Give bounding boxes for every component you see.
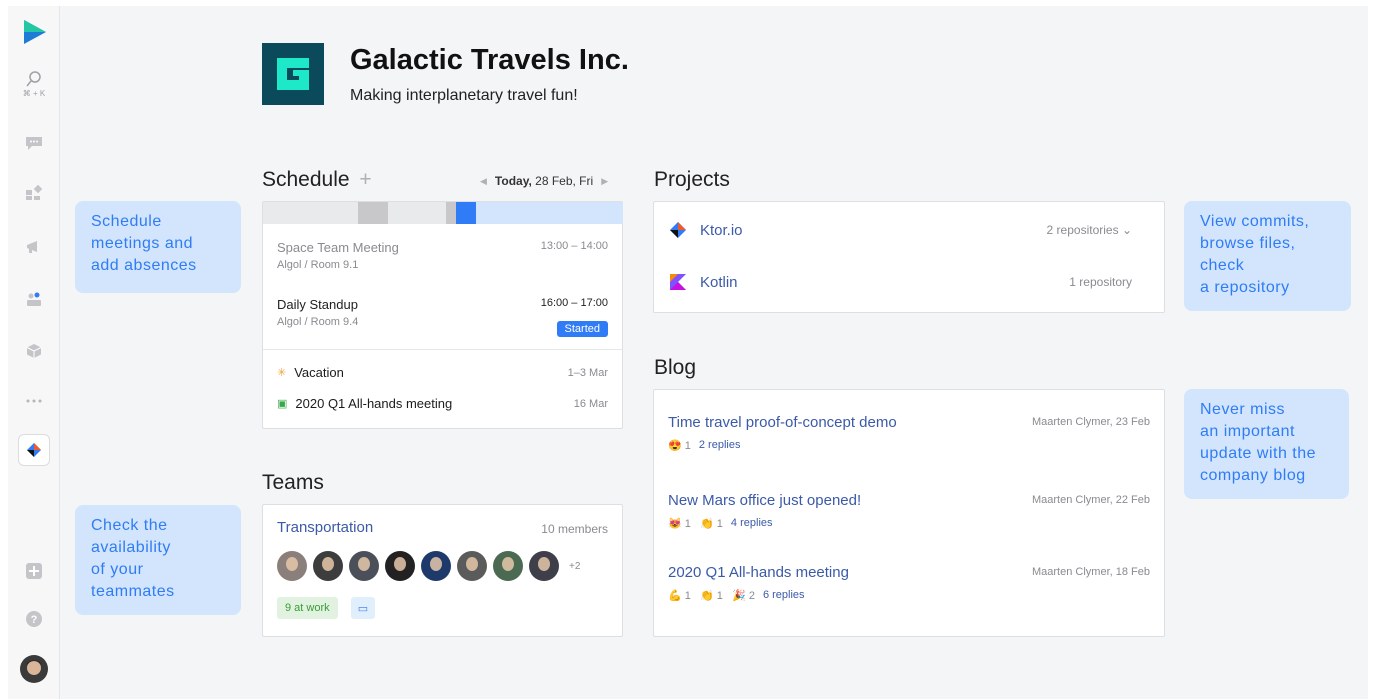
project-meta: 1 repository xyxy=(1069,275,1132,289)
schedule-card: Space Team Meeting Algol / Room 9.1 13:0… xyxy=(262,201,623,429)
team-member-count: 10 members xyxy=(541,522,608,536)
org-tagline: Making interplanetary travel fun! xyxy=(350,87,578,104)
ktor-icon xyxy=(670,222,686,238)
replies-link[interactable]: 4 replies xyxy=(731,517,773,530)
team-avatars: +2 xyxy=(277,551,580,581)
reaction-list[interactable]: 😻 1 👏 1 xyxy=(668,517,723,530)
event-time: 16:00 – 17:00 xyxy=(540,297,608,309)
post-reactions[interactable]: 💪 1 👏 1 🎉 2 6 replies xyxy=(668,589,1150,602)
tip-projects: View commits, browse files, check a repo… xyxy=(1184,201,1351,311)
dashboard-icon[interactable] xyxy=(8,178,60,208)
teams-title: Teams xyxy=(262,471,324,494)
sidebar: ⌘ + K ? xyxy=(8,6,60,699)
teams-icon[interactable] xyxy=(8,284,60,314)
org-logo xyxy=(262,43,324,105)
chevron-left-icon[interactable]: ◀ xyxy=(480,176,487,187)
blog-card: Time travel proof-of-concept demo Maarte… xyxy=(653,389,1165,637)
schedule-timeline[interactable] xyxy=(263,202,623,224)
absence-vacation[interactable]: ✳ Vacation 1–3 Mar xyxy=(277,365,608,380)
avatar[interactable] xyxy=(529,551,559,581)
absence-title: 2020 Q1 All-hands meeting xyxy=(295,396,453,411)
chevron-right-icon[interactable]: ▶ xyxy=(601,176,608,187)
event-daily-standup[interactable]: Daily Standup Algol / Room 9.4 16:00 – 1… xyxy=(277,297,608,337)
post-author: Maarten Clymer, 23 Feb xyxy=(1032,416,1150,428)
add-icon[interactable] xyxy=(8,556,60,586)
replies-link[interactable]: 6 replies xyxy=(763,589,805,602)
avatar[interactable] xyxy=(421,551,451,581)
chevron-down-icon: ⌄ xyxy=(1121,223,1132,237)
avatar[interactable] xyxy=(493,551,523,581)
project-name: Ktor.io xyxy=(700,221,743,239)
reaction-list[interactable]: 😍 1 xyxy=(668,439,691,452)
main-content: Galactic Travels Inc. Making interplanet… xyxy=(60,6,1368,699)
add-schedule-button[interactable]: + xyxy=(359,168,371,191)
avatar[interactable] xyxy=(313,551,343,581)
search-icon xyxy=(26,70,41,86)
avatar[interactable] xyxy=(457,551,487,581)
date-value: 28 Feb, Fri xyxy=(535,174,594,188)
event-space-team-meeting[interactable]: Space Team Meeting Algol / Room 9.1 13:0… xyxy=(277,240,608,271)
help-icon[interactable]: ? xyxy=(8,604,60,634)
schedule-title: Schedule xyxy=(262,168,350,191)
date-prefix: Today, xyxy=(494,174,532,188)
post-author: Maarten Clymer, 18 Feb xyxy=(1032,566,1150,578)
status-badge: Started xyxy=(556,321,608,337)
sun-icon: ✳ xyxy=(277,367,287,379)
tip-blog: Never miss an important update with the … xyxy=(1184,389,1349,499)
app-logo-icon[interactable] xyxy=(8,12,60,52)
more-icon[interactable] xyxy=(8,386,60,416)
project-kotlin[interactable]: Kotlin 1 repository xyxy=(668,272,1150,292)
tip-schedule: Schedule meetings and add absences xyxy=(75,201,241,293)
project-ktor-icon[interactable] xyxy=(18,434,50,466)
absence-date: 1–3 Mar xyxy=(567,366,608,379)
avatar[interactable] xyxy=(277,551,307,581)
absence-date: 16 Mar xyxy=(573,397,608,410)
project-meta[interactable]: 2 repositories ⌄ xyxy=(1047,223,1132,237)
search-button[interactable]: ⌘ + K xyxy=(8,62,60,106)
event-time: 13:00 – 14:00 xyxy=(540,240,608,252)
project-ktor[interactable]: Ktor.io 2 repositories ⌄ xyxy=(668,220,1150,240)
calendar-icon[interactable]: ▭ xyxy=(351,597,375,619)
projects-card: Ktor.io 2 repositories ⌄ Kotlin 1 reposi… xyxy=(653,201,1165,313)
post-reactions[interactable]: 😻 1 👏 1 4 replies xyxy=(668,517,1150,530)
blog-post[interactable]: Time travel proof-of-concept demo Maarte… xyxy=(668,414,1150,452)
blog-title: Blog xyxy=(654,356,697,379)
reaction-list[interactable]: 💪 1 👏 1 🎉 2 xyxy=(668,589,755,602)
search-shortcut: ⌘ + K xyxy=(22,88,46,98)
chats-icon[interactable] xyxy=(8,128,60,158)
post-author: Maarten Clymer, 22 Feb xyxy=(1032,494,1150,506)
at-work-badge[interactable]: 9 at work xyxy=(277,597,338,619)
announcements-icon[interactable] xyxy=(8,232,60,262)
absence-all-hands[interactable]: ▣ 2020 Q1 All-hands meeting 16 Mar xyxy=(277,396,608,411)
schedule-heading: Schedule + xyxy=(262,168,372,192)
more-members[interactable]: +2 xyxy=(569,561,580,572)
meeting-icon: ▣ xyxy=(277,398,288,410)
team-name[interactable]: Transportation xyxy=(277,519,373,536)
packages-icon[interactable] xyxy=(8,336,60,366)
tip-teams: Check the availability of your teammates xyxy=(75,505,241,615)
event-location: Algol / Room 9.1 xyxy=(277,259,359,271)
project-name: Kotlin xyxy=(700,273,738,291)
schedule-date-nav: ◀ Today, 28 Feb, Fri ▶ xyxy=(480,174,608,188)
teams-card: Transportation 10 members +2 9 at work ▭ xyxy=(262,504,623,637)
projects-title: Projects xyxy=(654,168,730,191)
replies-link[interactable]: 2 replies xyxy=(699,439,741,452)
post-reactions[interactable]: 😍 1 2 replies xyxy=(668,439,1150,452)
user-avatar[interactable] xyxy=(8,654,60,684)
kotlin-icon xyxy=(670,274,686,290)
avatar[interactable] xyxy=(385,551,415,581)
blog-post[interactable]: 2020 Q1 All-hands meeting Maarten Clymer… xyxy=(668,564,1150,602)
org-name: Galactic Travels Inc. xyxy=(350,44,629,76)
absence-title: Vacation xyxy=(294,365,344,380)
svg-text:?: ? xyxy=(31,614,38,626)
blog-post[interactable]: New Mars office just opened! Maarten Cly… xyxy=(668,492,1150,530)
schedule-date: Today, 28 Feb, Fri xyxy=(495,174,593,188)
avatar[interactable] xyxy=(349,551,379,581)
